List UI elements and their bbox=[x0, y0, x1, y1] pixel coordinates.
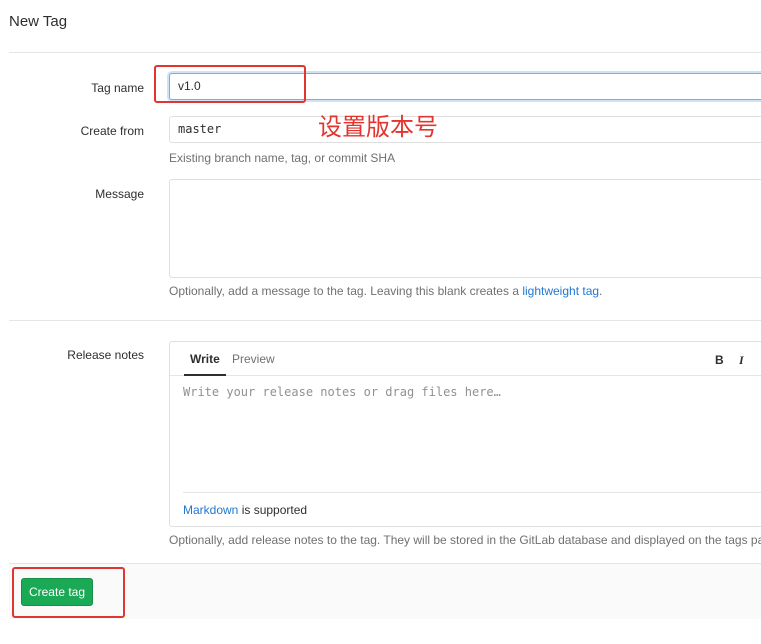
title-divider bbox=[9, 52, 761, 53]
editor-toolbar: Write Preview B I bbox=[170, 342, 761, 376]
lightweight-tag-link[interactable]: lightweight tag bbox=[522, 284, 599, 298]
create-from-label: Create from bbox=[80, 124, 144, 138]
editor-footer: Markdown is supported bbox=[183, 492, 761, 528]
section-divider bbox=[9, 320, 761, 321]
release-notes-textarea[interactable]: Write your release notes or drag files h… bbox=[183, 385, 501, 399]
create-tag-highlight-box bbox=[12, 567, 125, 618]
markdown-suffix: is supported bbox=[238, 503, 308, 517]
tag-name-label: Tag name bbox=[91, 81, 144, 95]
bold-icon[interactable]: B bbox=[715, 353, 724, 367]
message-textarea[interactable] bbox=[169, 179, 761, 278]
release-notes-editor: Write Preview B I Write your release not… bbox=[169, 341, 761, 527]
release-notes-help: Optionally, add release notes to the tag… bbox=[169, 533, 761, 547]
create-from-input[interactable]: master bbox=[169, 116, 761, 143]
tab-preview[interactable]: Preview bbox=[232, 352, 275, 366]
message-help-suffix: . bbox=[599, 284, 603, 298]
italic-icon[interactable]: I bbox=[739, 353, 744, 368]
tab-write[interactable]: Write bbox=[184, 352, 226, 376]
tag-name-highlight-box bbox=[154, 65, 306, 103]
message-label: Message bbox=[95, 187, 144, 201]
release-notes-label: Release notes bbox=[67, 348, 144, 362]
version-annotation: 设置版本号 bbox=[318, 113, 438, 141]
create-from-value: master bbox=[178, 122, 222, 136]
create-from-help: Existing branch name, tag, or commit SHA bbox=[169, 151, 396, 165]
page-title: New Tag bbox=[9, 13, 68, 30]
markdown-support-text: Markdown is supported bbox=[183, 503, 307, 517]
message-help: Optionally, add a message to the tag. Le… bbox=[169, 284, 602, 298]
markdown-link[interactable]: Markdown bbox=[183, 503, 238, 517]
message-help-text: Optionally, add a message to the tag. Le… bbox=[169, 284, 523, 298]
